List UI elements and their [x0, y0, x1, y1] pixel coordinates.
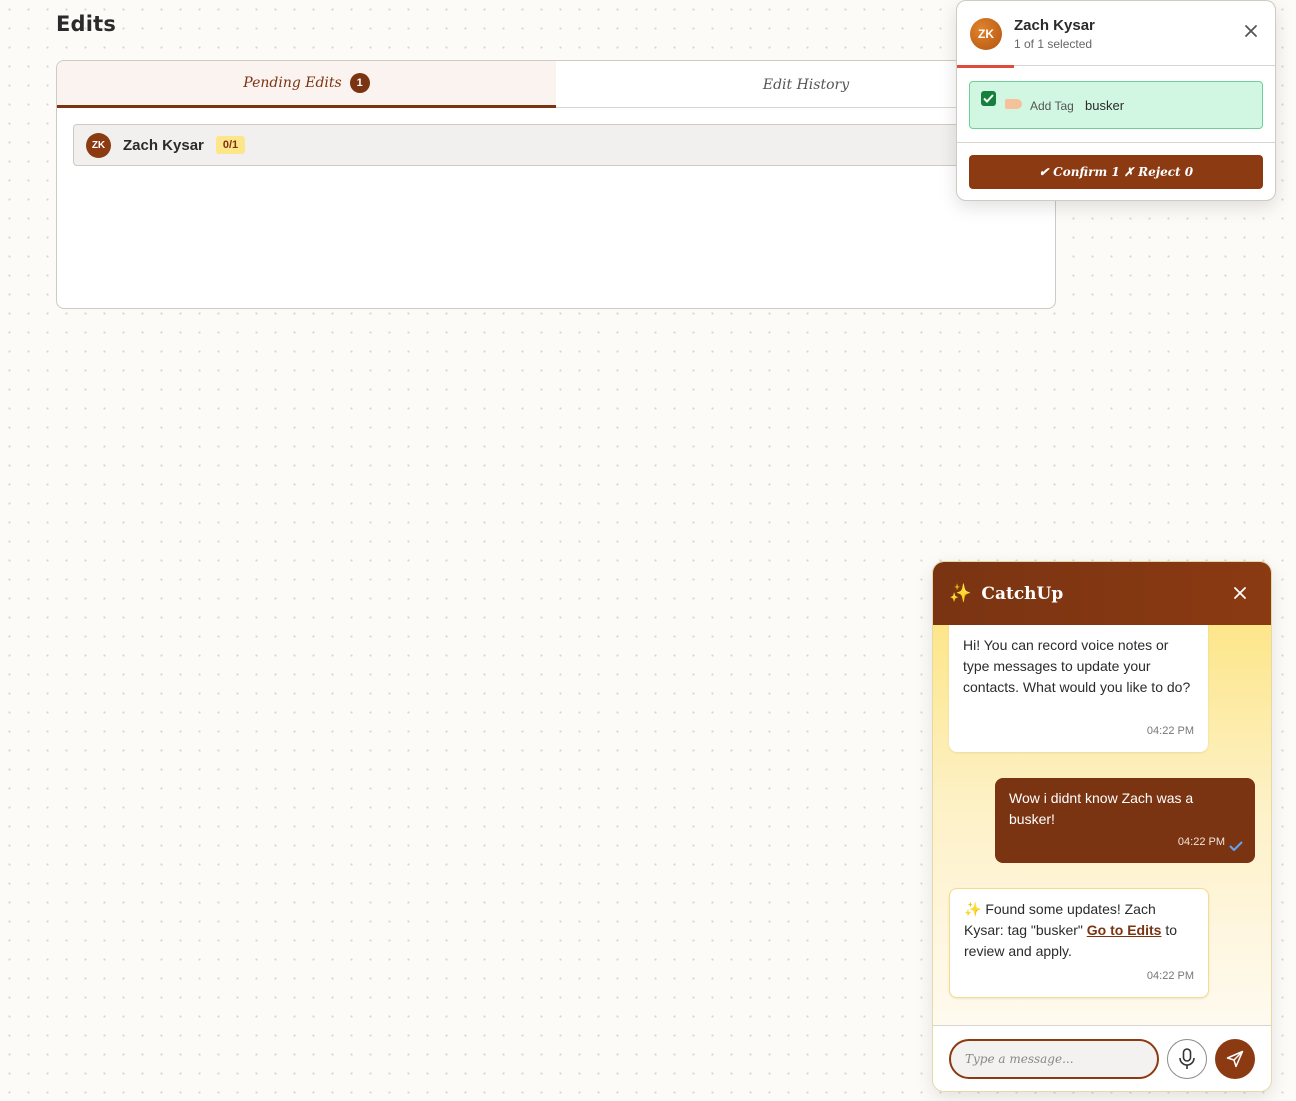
avatar: ZK: [86, 132, 111, 158]
message-text: Hi! You can record voice notes or type m…: [963, 637, 1191, 695]
tag-icon: [1005, 99, 1022, 109]
send-icon: [1226, 1050, 1244, 1068]
divider: [957, 142, 1275, 143]
tab-label: Pending Edits: [243, 75, 342, 91]
tab-label: Edit History: [762, 76, 850, 93]
read-check-icon: [1229, 841, 1243, 851]
sparkle-icon: ✨: [949, 583, 972, 603]
bot-message: Hi! You can record voice notes or type m…: [949, 625, 1208, 752]
contact-name: Zach Kysar: [123, 136, 204, 154]
tab-pending-edits[interactable]: Pending Edits 1: [57, 61, 556, 108]
microphone-icon: [1179, 1048, 1195, 1069]
message-input[interactable]: [949, 1039, 1159, 1079]
user-message: Wow i didnt know Zach was a busker! 04:2…: [995, 778, 1255, 863]
popup-header: ZK Zach Kysar 1 of 1 selected: [957, 1, 1275, 66]
chat-header: ✨ CatchUp: [933, 562, 1271, 625]
microphone-button[interactable]: [1167, 1039, 1207, 1079]
chat-messages: Hi! You can record voice notes or type m…: [933, 625, 1271, 1025]
edit-checkbox[interactable]: [981, 91, 996, 106]
go-to-edits-link[interactable]: Go to Edits: [1087, 922, 1162, 938]
confirm-edits-button[interactable]: ✔ Confirm 1 ✗ Reject 0: [969, 155, 1263, 189]
check-icon: [983, 94, 994, 103]
pending-count-badge: 1: [349, 73, 370, 93]
edits-panel: Pending Edits 1 Edit History ZK Zach Kys…: [56, 60, 1057, 309]
bot-message: ✨ Found some updates! Zach Kysar: tag "b…: [949, 888, 1209, 998]
close-icon[interactable]: [1241, 21, 1261, 41]
edits-tabs: Pending Edits 1 Edit History: [57, 61, 1055, 108]
popup-contact-name: Zach Kysar: [1014, 17, 1095, 34]
review-progress-bar: [957, 65, 1014, 68]
avatar: ZK: [970, 18, 1002, 50]
send-button[interactable]: [1215, 1039, 1255, 1079]
selected-count-badge: 0/1: [215, 136, 246, 154]
page-title: Edits: [56, 12, 117, 36]
popup-selection-count: 1 of 1 selected: [1014, 37, 1093, 51]
chat-composer: [933, 1025, 1271, 1091]
edit-type-label: Add Tag: [1030, 99, 1074, 113]
chat-title: CatchUp: [981, 583, 1064, 604]
message-time: 04:22 PM: [1146, 725, 1194, 737]
edit-item[interactable]: Add Tag busker: [969, 81, 1263, 129]
contact-edits-popup: ZK Zach Kysar 1 of 1 selected Add Tag bu…: [956, 0, 1276, 201]
pending-contact-row[interactable]: ZK Zach Kysar 0/1: [73, 124, 1057, 166]
close-icon[interactable]: [1231, 584, 1249, 602]
message-time: 04:22 PM: [1177, 836, 1225, 848]
message-time: 04:22 PM: [1146, 970, 1194, 982]
edit-value: busker: [1085, 98, 1125, 113]
chat-widget: ✨ CatchUp Hi! You can record voice notes…: [932, 561, 1272, 1092]
message-text: Wow i didnt know Zach was a busker!: [1009, 790, 1194, 827]
